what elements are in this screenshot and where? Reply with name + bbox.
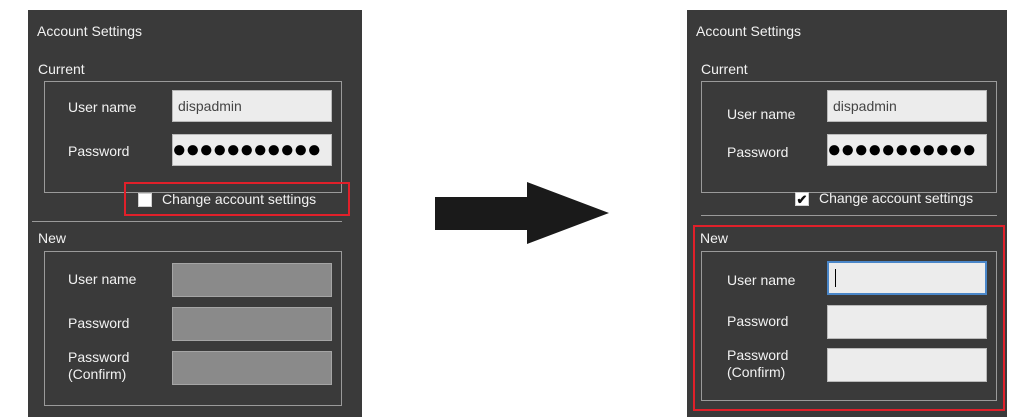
current-group-label: Current [701, 61, 748, 77]
settings-panel-before: Account Settings Current User name dispa… [28, 10, 362, 417]
change-account-checkbox[interactable]: ✔ [795, 192, 809, 206]
current-user-name-input[interactable]: dispadmin [827, 90, 987, 122]
current-password-label: Password [727, 144, 789, 160]
checkbox-highlight [124, 182, 350, 216]
new-password-input[interactable] [172, 307, 332, 341]
current-user-name-label: User name [68, 99, 137, 115]
current-user-name-label: User name [727, 106, 796, 122]
current-user-name-value: dispadmin [178, 98, 242, 114]
new-user-name-input[interactable] [172, 263, 332, 297]
current-password-value: ●●●●●●●●●●● [827, 136, 976, 163]
new-password-confirm-input[interactable] [172, 351, 332, 385]
confirm-label-line1: Password [727, 347, 789, 363]
new-password-label: Password [727, 313, 789, 329]
transition-arrow-icon [435, 182, 609, 244]
new-user-name-label: User name [68, 271, 137, 287]
settings-panel-after: Account Settings Current User name dispa… [687, 10, 1007, 417]
current-password-value: ●●●●●●●●●●● [172, 136, 321, 163]
new-password-confirm-label: Password (Confirm) [68, 349, 129, 383]
panel-title: Account Settings [696, 23, 802, 39]
text-cursor [835, 269, 836, 287]
new-password-label: Password [68, 315, 130, 331]
new-user-name-input[interactable] [827, 261, 987, 295]
new-password-confirm-input[interactable] [827, 348, 987, 382]
new-password-input[interactable] [827, 305, 987, 339]
confirm-label-line2: (Confirm) [68, 366, 127, 382]
current-password-input[interactable]: ●●●●●●●●●●● [827, 134, 987, 166]
new-password-confirm-label: Password (Confirm) [727, 347, 788, 381]
current-password-input[interactable]: ●●●●●●●●●●● [172, 134, 332, 166]
current-user-name-value: dispadmin [833, 98, 897, 114]
section-divider [701, 215, 997, 216]
check-mark-icon: ✔ [796, 191, 808, 207]
confirm-label-line2: (Confirm) [727, 364, 786, 380]
change-account-label[interactable]: Change account settings [819, 190, 973, 206]
section-divider [32, 221, 342, 222]
current-password-label: Password [68, 143, 130, 159]
new-user-name-label: User name [727, 272, 796, 288]
panel-title: Account Settings [37, 23, 143, 39]
current-group-label: Current [38, 61, 85, 77]
current-user-name-input[interactable]: dispadmin [172, 90, 332, 122]
confirm-label-line1: Password [68, 349, 130, 365]
new-group-label: New [38, 230, 67, 246]
new-group-label: New [700, 230, 729, 246]
